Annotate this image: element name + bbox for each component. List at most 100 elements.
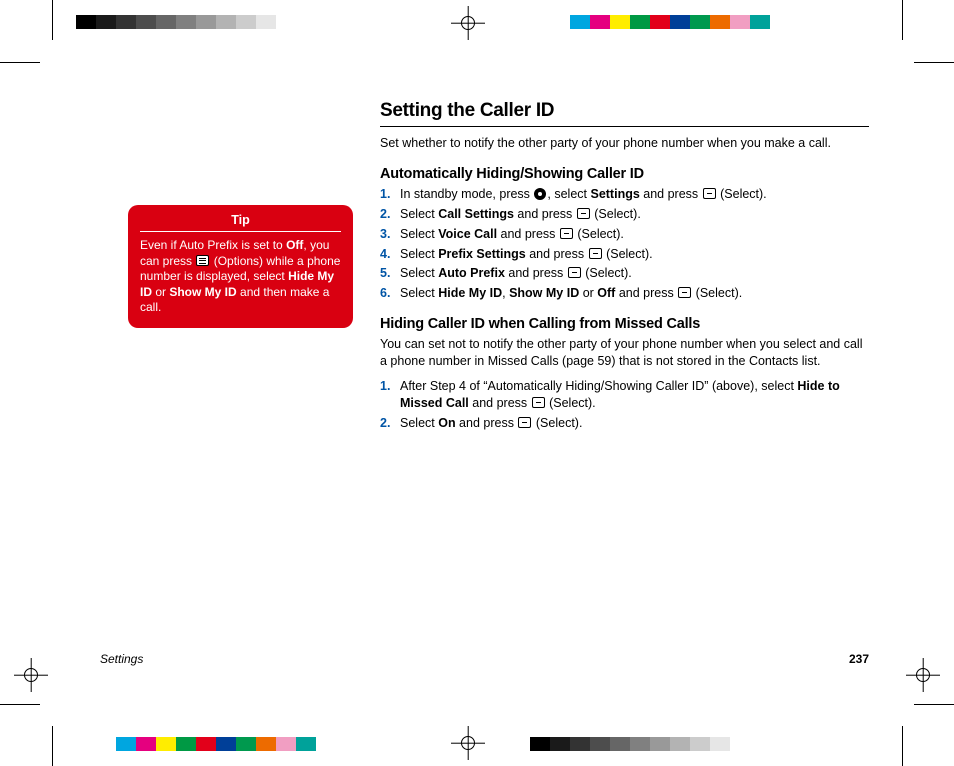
color-swatch [590, 15, 610, 29]
step-text: Select Auto Prefix and press (Select). [400, 265, 632, 282]
footer-page-number: 237 [849, 652, 869, 666]
section-heading: Automatically Hiding/Showing Caller ID [380, 166, 869, 182]
color-swatch [236, 737, 256, 751]
color-swatch [630, 15, 650, 29]
step-item: 6.Select Hide My ID, Show My ID or Off a… [380, 285, 869, 302]
step-number: 6. [380, 285, 400, 302]
color-swatch [316, 15, 336, 29]
color-swatch [710, 15, 730, 29]
step-item: 2.Select On and press (Select). [380, 415, 869, 432]
color-swatch [76, 15, 96, 29]
color-swatch [530, 15, 550, 29]
color-swatch [530, 737, 550, 751]
color-swatch [156, 15, 176, 29]
step-text: Select Call Settings and press (Select). [400, 206, 641, 223]
color-swatch [256, 737, 276, 751]
softkey-icon [589, 248, 602, 259]
color-swatch [610, 15, 630, 29]
section-heading: Hiding Caller ID when Calling from Misse… [380, 316, 869, 332]
registration-target-icon [451, 6, 485, 40]
softkey-icon [703, 188, 716, 199]
color-swatch [136, 737, 156, 751]
color-swatch [276, 15, 296, 29]
softkey-icon [518, 417, 531, 428]
color-swatch [670, 15, 690, 29]
color-swatch [176, 737, 196, 751]
registration-target-icon [14, 658, 48, 692]
color-swatch [570, 737, 590, 751]
color-swatch [296, 737, 316, 751]
options-key-icon [196, 255, 209, 266]
softkey-icon [577, 208, 590, 219]
step-text: Select On and press (Select). [400, 415, 582, 432]
color-swatch [336, 737, 356, 751]
section-intro: You can set not to notify the other part… [380, 336, 869, 370]
color-swatch [236, 15, 256, 29]
tip-box: Tip Even if Auto Prefix is set to Off, y… [128, 205, 353, 328]
color-swatch [550, 15, 570, 29]
color-swatch [770, 737, 790, 751]
step-item: 5.Select Auto Prefix and press (Select). [380, 265, 869, 282]
color-swatch [116, 15, 136, 29]
step-item: 3.Select Voice Call and press (Select). [380, 226, 869, 243]
color-swatch [76, 737, 96, 751]
page-footer: Settings 237 [100, 652, 869, 666]
step-number: 5. [380, 265, 400, 282]
color-swatch [710, 737, 730, 751]
color-swatch [790, 737, 810, 751]
softkey-icon [560, 228, 573, 239]
color-swatch [96, 15, 116, 29]
color-swatch [690, 737, 710, 751]
color-swatch [196, 737, 216, 751]
color-swatch [730, 15, 750, 29]
page-content: Tip Even if Auto Prefix is set to Off, y… [100, 100, 869, 666]
color-swatch [750, 737, 770, 751]
color-swatch [590, 737, 610, 751]
steps-list: 1.In standby mode, press , select Settin… [380, 186, 869, 302]
color-swatch [216, 737, 236, 751]
color-swatch [690, 15, 710, 29]
softkey-icon [568, 267, 581, 278]
color-swatch [96, 737, 116, 751]
color-swatch [116, 737, 136, 751]
registration-gray-bar-bottom [530, 737, 810, 751]
color-swatch [176, 15, 196, 29]
step-text: Select Voice Call and press (Select). [400, 226, 624, 243]
color-swatch [750, 15, 770, 29]
tip-label: Tip [140, 213, 341, 232]
page-title: Setting the Caller ID [380, 100, 869, 127]
center-key-icon [534, 188, 546, 200]
step-item: 1.In standby mode, press , select Settin… [380, 186, 869, 203]
color-swatch [216, 15, 236, 29]
color-swatch [650, 737, 670, 751]
step-text: Select Prefix Settings and press (Select… [400, 246, 653, 263]
step-text: In standby mode, press , select Settings… [400, 186, 767, 203]
color-swatch [670, 737, 690, 751]
color-swatch [570, 15, 590, 29]
color-swatch [296, 15, 316, 29]
color-swatch [630, 737, 650, 751]
steps-list: 1.After Step 4 of “Automatically Hiding/… [380, 378, 869, 432]
step-text: After Step 4 of “Automatically Hiding/Sh… [400, 378, 869, 412]
step-number: 1. [380, 378, 400, 412]
step-number: 2. [380, 206, 400, 223]
color-swatch [730, 737, 750, 751]
registration-target-icon [906, 658, 940, 692]
color-swatch [790, 15, 810, 29]
registration-target-icon [451, 726, 485, 760]
softkey-icon [678, 287, 691, 298]
step-number: 4. [380, 246, 400, 263]
color-swatch [316, 737, 336, 751]
step-number: 3. [380, 226, 400, 243]
intro-text: Set whether to notify the other party of… [380, 135, 869, 152]
step-item: 2.Select Call Settings and press (Select… [380, 206, 869, 223]
color-swatch [256, 15, 276, 29]
color-swatch [336, 15, 356, 29]
step-text: Select Hide My ID, Show My ID or Off and… [400, 285, 742, 302]
color-swatch [136, 15, 156, 29]
color-swatch [550, 737, 570, 751]
step-number: 2. [380, 415, 400, 432]
color-swatch [276, 737, 296, 751]
step-item: 4.Select Prefix Settings and press (Sele… [380, 246, 869, 263]
color-swatch [610, 737, 630, 751]
